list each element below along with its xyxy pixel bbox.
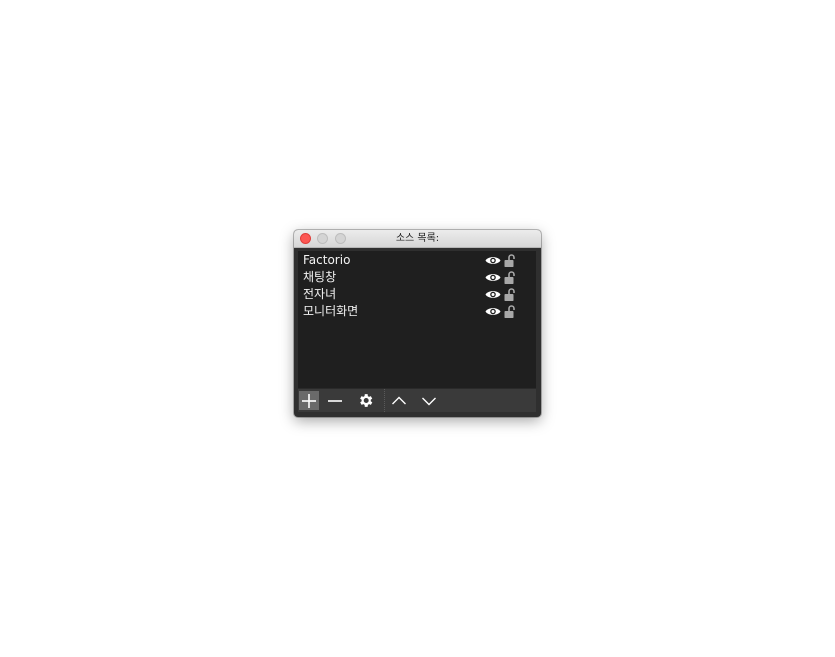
minus-icon — [328, 399, 342, 402]
chevron-down-icon — [422, 397, 436, 405]
gear-icon — [359, 394, 372, 407]
source-list[interactable]: Factorio 채팅창 전자녀 모니터화면 — [298, 251, 536, 388]
plus-icon — [302, 393, 316, 408]
move-up-button[interactable] — [389, 391, 409, 410]
eye-icon[interactable] — [485, 289, 501, 300]
source-item[interactable]: 전자녀 — [298, 286, 536, 303]
source-toolbar — [298, 388, 536, 412]
source-item-label: Factorio — [303, 253, 351, 267]
unlock-icon[interactable] — [504, 254, 516, 267]
sources-window: 소스 목록: Factorio 채팅창 전자녀 모니터화면 — [294, 230, 541, 417]
unlock-icon[interactable] — [504, 288, 516, 301]
remove-source-button[interactable] — [325, 391, 345, 410]
source-item[interactable]: 모니터화면 — [298, 303, 536, 320]
source-item-label: 모니터화면 — [303, 304, 359, 318]
source-item[interactable]: 채팅창 — [298, 269, 536, 286]
eye-icon[interactable] — [485, 306, 501, 317]
source-item[interactable]: Factorio — [298, 252, 536, 269]
unlock-icon[interactable] — [504, 271, 516, 284]
eye-icon[interactable] — [485, 255, 501, 266]
title-bar[interactable]: 소스 목록: — [294, 230, 541, 248]
source-properties-button[interactable] — [355, 391, 375, 410]
add-source-button[interactable] — [299, 391, 319, 410]
eye-icon[interactable] — [485, 272, 501, 283]
source-item-label: 전자녀 — [303, 287, 337, 301]
source-item-label: 채팅창 — [303, 270, 337, 284]
toolbar-separator — [384, 389, 385, 412]
unlock-icon[interactable] — [504, 305, 516, 318]
window-title: 소스 목록: — [395, 233, 440, 244]
chevron-up-icon — [392, 396, 406, 404]
move-down-button[interactable] — [419, 391, 439, 410]
